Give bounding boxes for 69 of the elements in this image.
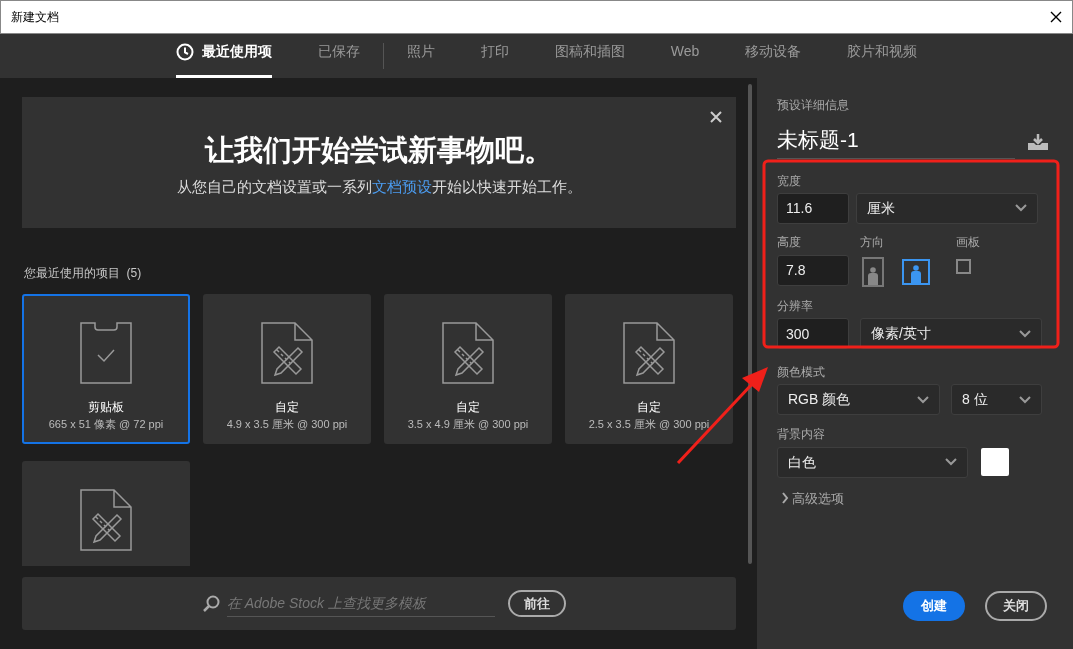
chevron-down-icon (1014, 204, 1027, 213)
item-size: 3.5 x 4.9 厘米 @ 300 ppi (407, 417, 529, 432)
document-tools-icon (623, 322, 675, 384)
number-field[interactable]: 7.8 (777, 254, 849, 286)
field-label: 分辨率 (777, 297, 814, 315)
recent-item-tile[interactable]: 剪贴板 665 x 51 像素 @ 72 ppi (22, 294, 190, 444)
save-preset-icon[interactable] (1027, 132, 1049, 151)
item-count: (5) (126, 265, 142, 282)
banner-title: 让我们开始尝试新事物吧。 (203, 133, 554, 168)
create-button[interactable]: 创建 (903, 591, 965, 621)
color-swatch[interactable] (981, 448, 1009, 476)
chevron-down-icon (1019, 329, 1031, 338)
field-label: 画板 (956, 233, 980, 251)
section-heading: 预设详细信息 (777, 97, 850, 114)
document-tools-icon (80, 489, 132, 551)
document-tools-icon (261, 322, 313, 384)
recent-item-tile[interactable]: 自定 3.5 x 4.9 厘米 @ 300 ppi (384, 294, 552, 444)
clipboard-icon (80, 322, 132, 384)
preset-link[interactable]: 文档预设 (371, 177, 432, 195)
portrait-button[interactable] (862, 256, 884, 287)
chevron-right-icon[interactable] (781, 492, 789, 505)
landscape-button[interactable] (902, 258, 930, 285)
tab[interactable]: 图稿和插图 (554, 34, 625, 78)
scrollbar[interactable] (748, 84, 752, 564)
field-label: 宽度 (777, 172, 802, 190)
dropdown[interactable]: 白色 (777, 446, 968, 478)
dropdown[interactable]: 厘米 (855, 192, 1038, 224)
banner-text: 从您自己的文档设置或一系列文档预设开始以快速开始工作。 (175, 176, 583, 197)
item-name: 自定 (275, 399, 299, 416)
field-label: 背景内容 (777, 426, 826, 444)
number-field[interactable]: 11.6 (777, 192, 849, 224)
chevron-down-icon (917, 395, 929, 404)
document-tools-icon (442, 322, 494, 384)
field-label: 高度 (777, 233, 802, 251)
recent-item-tile[interactable]: 自定 4.9 x 3.5 厘米 @ 300 ppi (203, 294, 371, 444)
field-label: 颜色模式 (777, 364, 826, 381)
person-icon (867, 266, 879, 285)
tab[interactable]: 最近使用项 (175, 34, 272, 78)
artboard-checkbox[interactable] (956, 258, 971, 274)
dropdown[interactable]: RGB 颜色 (777, 384, 940, 416)
person-icon (910, 264, 922, 283)
item-size: 665 x 51 像素 @ 72 ppi (48, 417, 164, 432)
item-size: 4.9 x 3.5 厘米 @ 300 ppi (226, 417, 348, 432)
tab[interactable]: 照片 (406, 34, 435, 78)
tab[interactable]: 移动设备 (745, 34, 802, 78)
window-title: 新建文档 (11, 9, 59, 26)
close-button[interactable]: 关闭 (985, 591, 1047, 621)
item-name: 自定 (637, 399, 661, 416)
tab[interactable]: 打印 (480, 34, 509, 78)
search-field[interactable]: 在 Adobe Stock 上查找更多模板 (226, 590, 495, 617)
item-name: 剪贴板 (88, 399, 124, 416)
tab[interactable]: Web (670, 34, 700, 78)
tab[interactable]: 胶片和视频 (847, 34, 918, 78)
document-name-field[interactable]: 未标题-1 (777, 124, 1015, 159)
recent-item-tile[interactable]: 自定 2.5 x 3.5 厘米 @ 300 ppi (565, 294, 733, 444)
tab[interactable]: 已保存 (317, 34, 360, 78)
clock-icon (175, 42, 194, 61)
chevron-down-icon (1019, 395, 1031, 404)
dropdown[interactable]: 8 位 (951, 384, 1042, 416)
item-name: 自定 (456, 399, 480, 416)
advanced-options-toggle[interactable]: 高级选项 (792, 488, 845, 508)
search-icon (202, 594, 221, 613)
close-icon[interactable] (1050, 11, 1062, 23)
chevron-down-icon (945, 458, 957, 466)
go-button[interactable]: 前往 (507, 589, 566, 618)
field-label: 方向 (860, 233, 885, 251)
recent-item-tile[interactable] (22, 461, 190, 566)
section-heading: 您最近使用的项目 (24, 265, 120, 282)
item-size: 2.5 x 3.5 厘米 @ 300 ppi (588, 417, 710, 432)
